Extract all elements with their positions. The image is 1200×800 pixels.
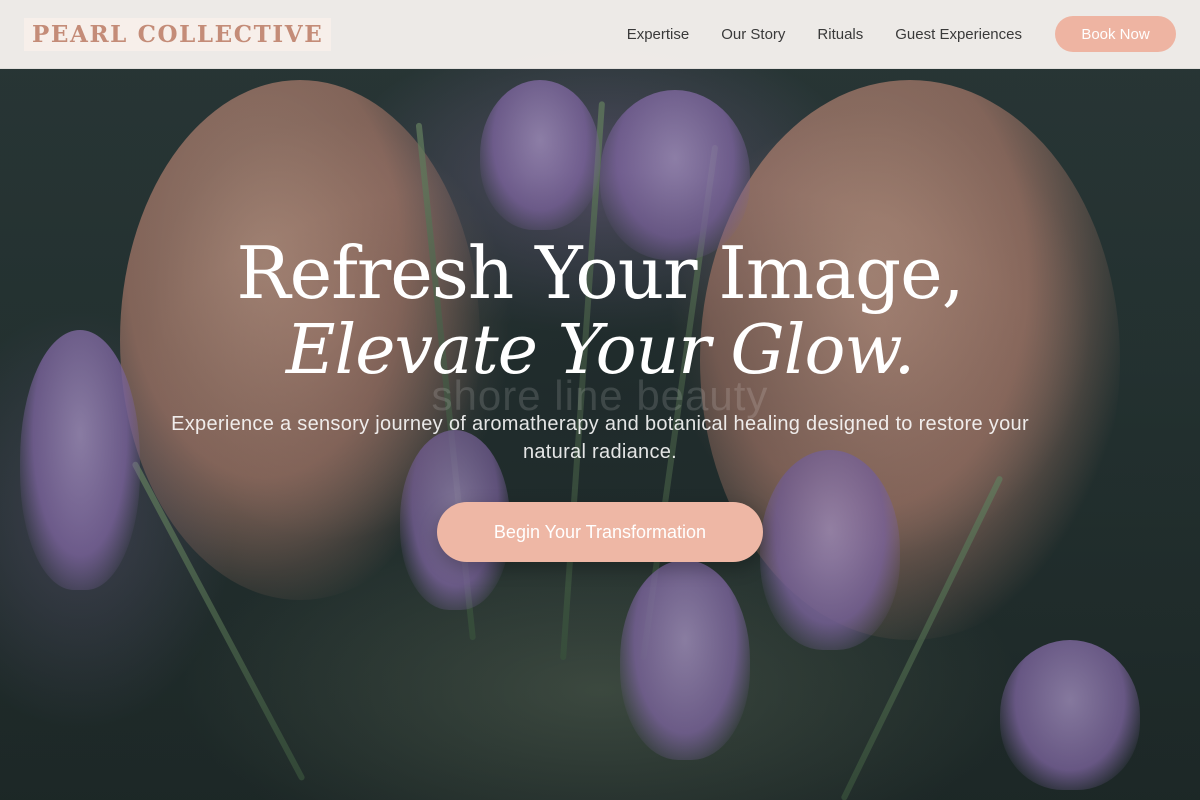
brand-logo[interactable]: PEARL COLLECTIVE — [24, 17, 332, 51]
site-header: PEARL COLLECTIVE Expertise Our Story Rit… — [0, 0, 1200, 69]
begin-transformation-button[interactable]: Begin Your Transformation — [437, 502, 763, 562]
main-nav: Expertise Our Story Rituals Guest Experi… — [627, 16, 1176, 52]
hero-subtitle: Experience a sensory journey of aromathe… — [171, 413, 1029, 463]
nav-item-our-story[interactable]: Our Story — [721, 26, 785, 43]
book-now-button[interactable]: Book Now — [1055, 16, 1176, 52]
nav-item-rituals[interactable]: Rituals — [817, 26, 863, 43]
hero-title: Refresh Your Image, — [236, 231, 964, 315]
hero-title-italic: Elevate Your Glow. — [285, 311, 915, 390]
nav-item-expertise[interactable]: Expertise — [627, 26, 690, 43]
nav-item-guest-experiences[interactable]: Guest Experiences — [895, 26, 1022, 43]
hero-content: Refresh Your Image, Elevate Your Glow. E… — [0, 232, 1200, 466]
